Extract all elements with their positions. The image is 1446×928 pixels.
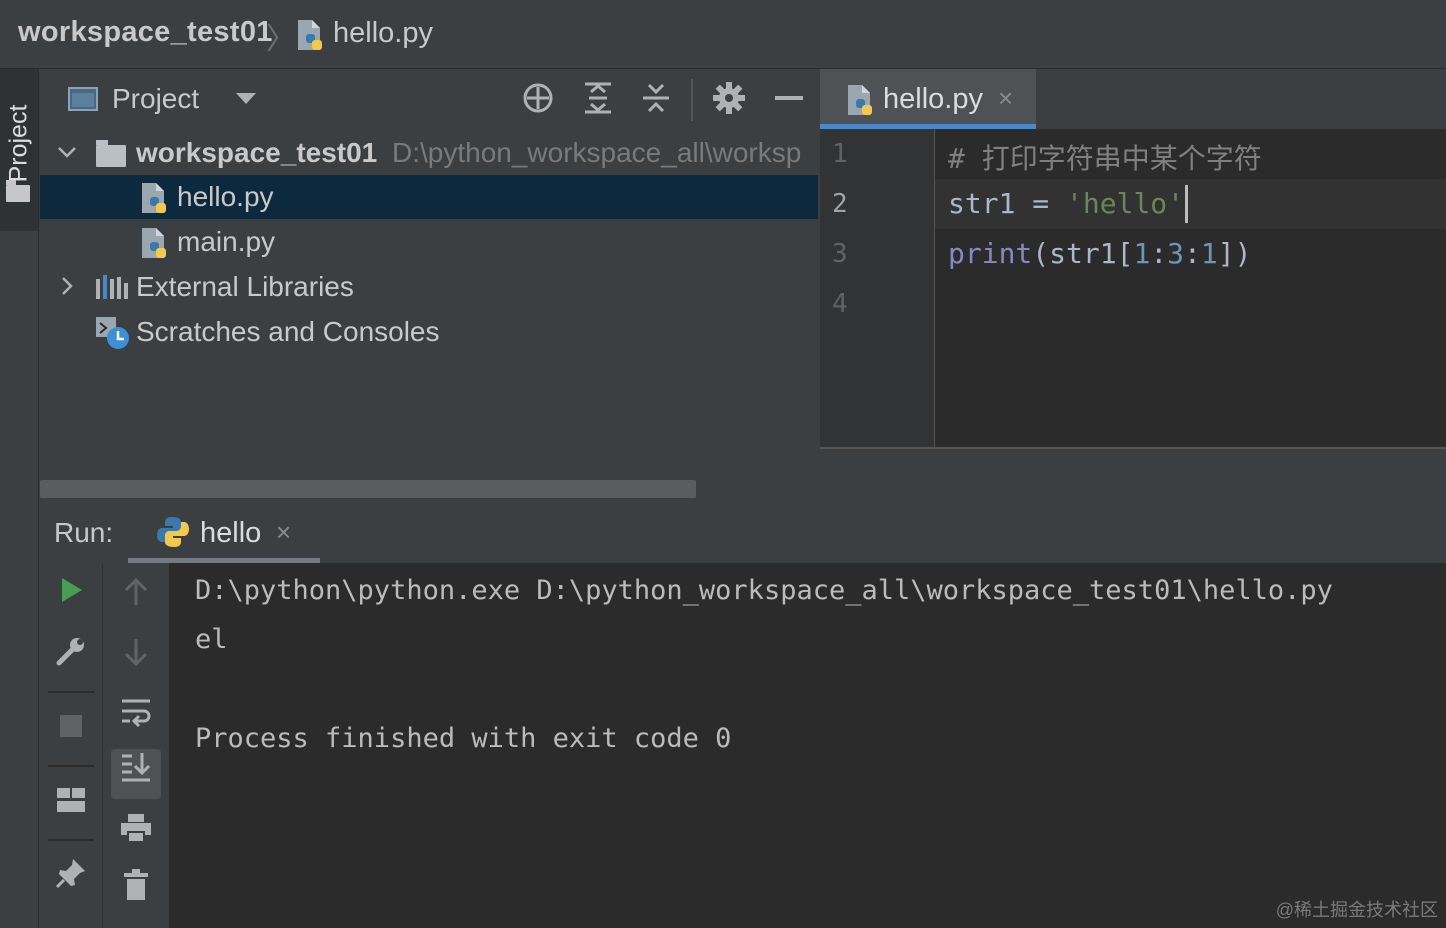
tree-root-row[interactable]: workspace_test01 D:\python_workspace_all… — [40, 131, 818, 175]
python-file-icon — [294, 18, 326, 57]
python-file-icon — [138, 181, 170, 220]
code-text: ]) — [1217, 237, 1252, 270]
code-number: 1 — [1200, 237, 1218, 270]
code-number: 1 — [1133, 237, 1151, 270]
line-number: 4 — [832, 289, 848, 319]
line-number: 3 — [832, 239, 848, 269]
run-toolbar-primary — [40, 563, 103, 928]
rerun-icon[interactable] — [50, 575, 92, 617]
watermark: @稀土掘金技术社区 — [1275, 900, 1438, 920]
line-number: 1 — [832, 139, 848, 169]
collapse-all-icon[interactable] — [637, 81, 675, 119]
run-tab-hello[interactable]: hello × — [128, 503, 320, 563]
line-number: 2 — [832, 189, 848, 219]
chevron-down-icon[interactable] — [236, 93, 256, 104]
scratches-icon — [94, 315, 132, 356]
trash-icon[interactable] — [115, 869, 157, 911]
expand-all-icon[interactable] — [579, 81, 617, 119]
folder-icon — [96, 140, 126, 167]
breadcrumb-separator: 〉 — [266, 23, 296, 56]
folder-icon — [6, 180, 30, 202]
code-builtin: print — [948, 237, 1033, 270]
chevron-right-icon[interactable] — [56, 275, 78, 303]
project-panel: Project workspace_test01 D:\python_works… — [40, 69, 818, 501]
tree-scratches-row[interactable]: Scratches and Consoles — [40, 310, 818, 354]
code-number: 3 — [1167, 237, 1185, 270]
breadcrumb-file[interactable]: hello.py — [333, 17, 433, 50]
code-editor[interactable]: # 打印字符串中某个字符 str1 = 'hello' print(str1[1… — [935, 129, 1446, 447]
project-tool-label: Project — [4, 104, 33, 183]
tree-file-label: main.py — [177, 226, 276, 257]
code-comment: # 打印字符串中某个字符 — [948, 142, 1262, 175]
locate-icon[interactable] — [519, 81, 557, 119]
layout-icon[interactable] — [50, 783, 92, 825]
run-toolbar-secondary — [103, 563, 169, 928]
console-output-line: el — [195, 624, 228, 655]
horizontal-scrollbar[interactable] — [40, 480, 696, 498]
console-output[interactable]: D:\python\python.exe D:\python_workspace… — [170, 563, 1446, 928]
editor-panel: hello.py × 1 2 3 4 # 打印字符串中某个字符 str1 = '… — [820, 69, 1446, 503]
tree-file-row[interactable]: main.py — [40, 220, 818, 264]
project-window-icon — [68, 87, 98, 111]
code-line-2: str1 = 'hello' — [948, 187, 1184, 220]
run-panel: Run: hello × D:\python\python.exe D:\pyt… — [40, 503, 1446, 928]
project-tool-tab[interactable]: Project — [0, 69, 38, 231]
project-toolbar: Project — [40, 69, 818, 131]
run-header: Run: hello × — [40, 503, 1446, 563]
tree-file-row[interactable]: hello.py — [40, 175, 818, 219]
minimize-icon[interactable] — [770, 81, 808, 119]
code-text: : — [1150, 237, 1168, 270]
code-line-1: # 打印字符串中某个字符 — [948, 137, 1262, 177]
scroll-to-end-icon[interactable] — [111, 749, 161, 799]
console-command-line: D:\python\python.exe D:\python_workspace… — [195, 575, 1333, 606]
editor-tab-hello[interactable]: hello.py × — [820, 69, 1036, 129]
editor-tab-bar: hello.py × — [820, 69, 1446, 129]
tree-root-name: workspace_test01 — [136, 137, 378, 168]
tree-file-label: hello.py — [177, 181, 274, 212]
print-icon[interactable] — [115, 813, 157, 855]
library-icon — [94, 273, 130, 306]
close-icon[interactable]: × — [998, 83, 1013, 114]
code-string: 'hello' — [1066, 187, 1185, 220]
arrow-down-icon[interactable] — [115, 637, 157, 679]
code-text: : — [1184, 237, 1201, 270]
soft-wrap-icon[interactable] — [115, 697, 157, 739]
python-icon — [156, 515, 190, 554]
arrow-up-icon[interactable] — [115, 577, 157, 619]
close-icon[interactable]: × — [276, 517, 291, 548]
code-line-3: print(str1[1:3:1]) — [948, 237, 1251, 270]
line-number-gutter: 1 2 3 4 — [820, 129, 935, 447]
wrench-icon[interactable] — [50, 635, 92, 677]
tree-external-libraries-row[interactable]: External Libraries — [40, 265, 818, 309]
toolbar-divider — [691, 79, 693, 121]
gear-icon[interactable] — [710, 81, 748, 119]
toolbar-divider — [48, 691, 94, 693]
editor-tab-label: hello.py — [883, 83, 983, 115]
breadcrumb: workspace_test01 〉 hello.py — [0, 0, 1446, 69]
tool-window-stripe: Project — [0, 69, 39, 928]
pin-icon[interactable] — [50, 857, 92, 899]
editor-footer — [820, 447, 1446, 503]
console-finish-line: Process finished with exit code 0 — [195, 723, 732, 754]
run-tab-label: hello — [200, 517, 262, 549]
text-caret — [1185, 185, 1188, 223]
tree-external-libraries-label: External Libraries — [136, 271, 354, 302]
python-file-icon — [138, 226, 170, 265]
project-view-selector[interactable]: Project — [112, 83, 199, 115]
toolbar-divider — [48, 839, 94, 841]
code-text: (str1[ — [1032, 237, 1134, 270]
tree-scratches-label: Scratches and Consoles — [136, 316, 440, 347]
stop-icon[interactable] — [50, 709, 92, 751]
toolbar-divider — [48, 765, 94, 767]
breadcrumb-project[interactable]: workspace_test01 — [18, 16, 273, 49]
code-var: str1 = — [948, 187, 1067, 220]
python-file-icon — [844, 83, 876, 122]
chevron-down-icon[interactable] — [56, 141, 78, 169]
run-label: Run: — [54, 517, 114, 548]
tree-root-path: D:\python_workspace_all\worksp — [392, 137, 802, 168]
